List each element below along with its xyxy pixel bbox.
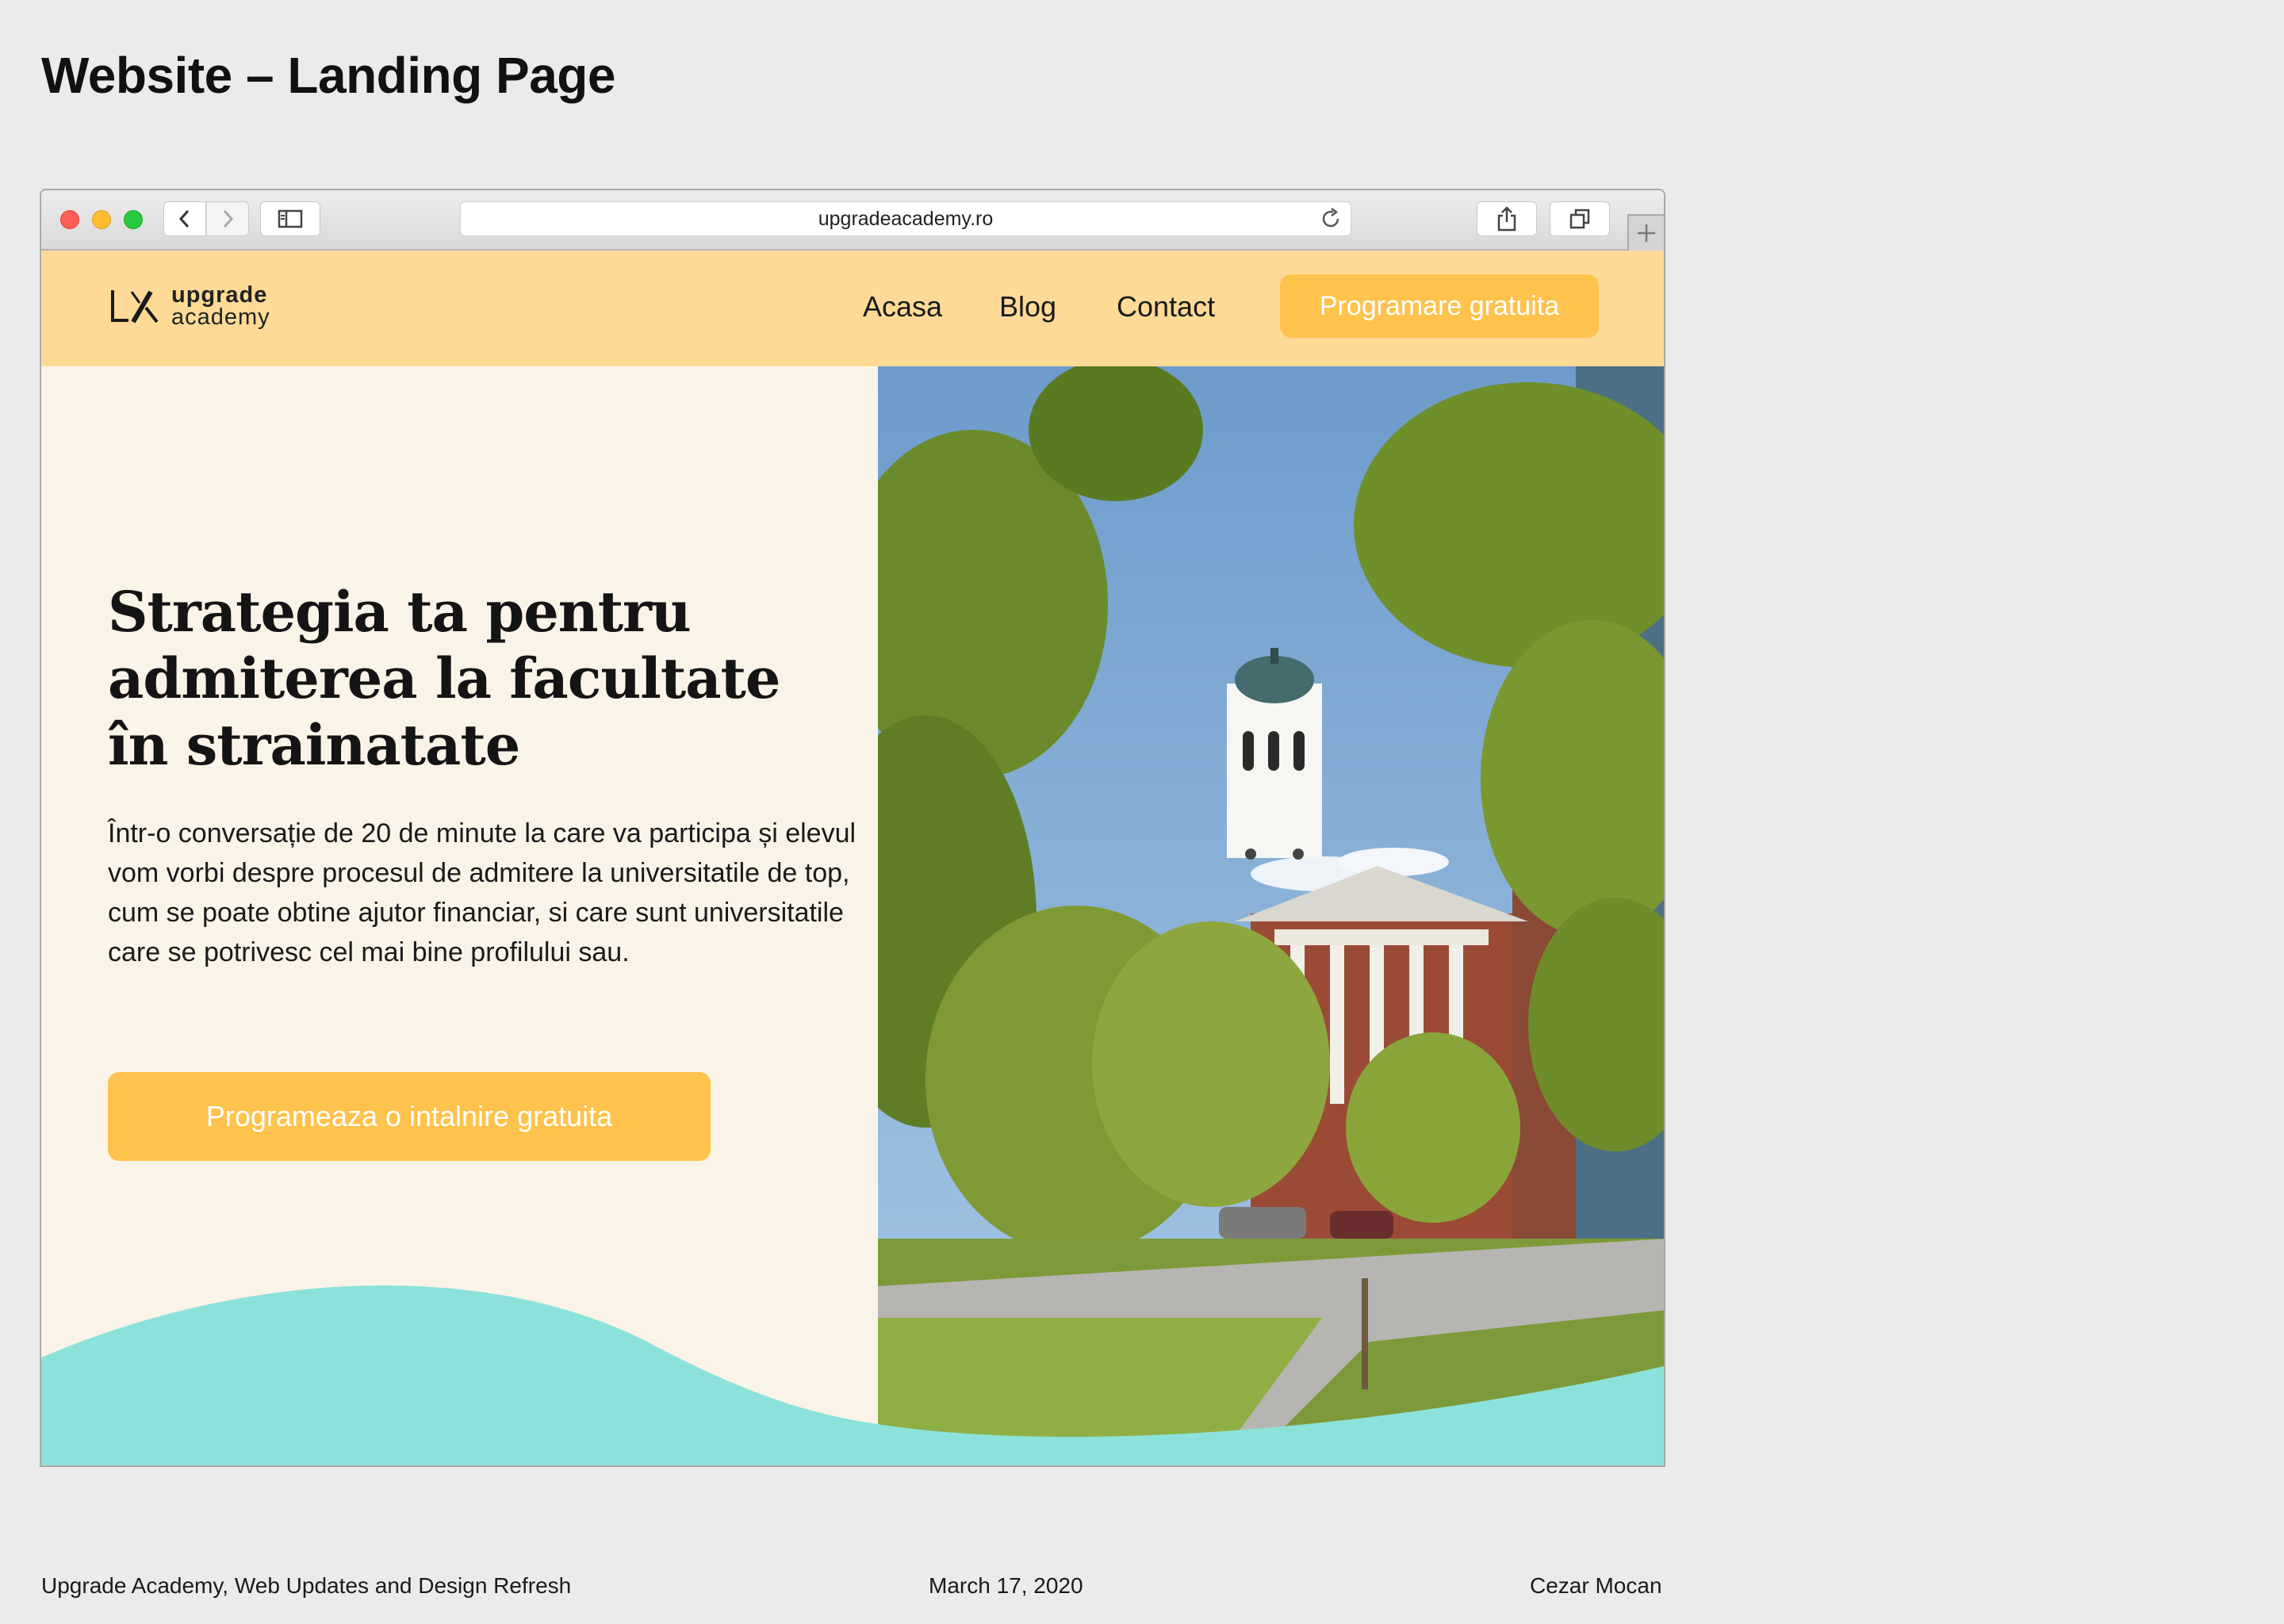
new-tab-button[interactable] bbox=[1627, 214, 1664, 251]
footer-author: Cezar Mocan bbox=[1530, 1573, 1662, 1598]
footer-project: Upgrade Academy, Web Updates and Design … bbox=[41, 1573, 572, 1598]
nav-link-acasa[interactable]: Acasa bbox=[863, 290, 942, 324]
site-logo[interactable]: upgrade academy bbox=[108, 282, 270, 330]
plus-icon bbox=[1638, 224, 1655, 242]
url-text: upgradeacademy.ro bbox=[818, 207, 994, 230]
logo-text: upgrade academy bbox=[171, 282, 270, 330]
sidebar-toggle-button[interactable] bbox=[260, 201, 320, 236]
share-button[interactable] bbox=[1477, 201, 1537, 236]
chevron-left-icon bbox=[178, 209, 190, 228]
logo-line-2: academy bbox=[171, 304, 270, 330]
hero-description: Într-o conversație de 20 de minute la ca… bbox=[108, 818, 856, 967]
address-bar[interactable]: upgradeacademy.ro bbox=[460, 201, 1351, 236]
decorative-wave bbox=[41, 1285, 1664, 1465]
site-header: upgrade academy Acasa Blog Contact Progr… bbox=[41, 251, 1664, 366]
logo-mark-icon bbox=[111, 290, 159, 324]
nav-link-contact[interactable]: Contact bbox=[1117, 290, 1215, 324]
close-window-button[interactable] bbox=[60, 210, 79, 229]
tab-overview-button[interactable] bbox=[1550, 201, 1610, 236]
reload-icon[interactable] bbox=[1319, 207, 1343, 231]
hero-title: Strategia ta pentru admiterea la faculta… bbox=[108, 579, 822, 779]
browser-toolbar: upgradeacademy.ro bbox=[41, 190, 1664, 251]
minimize-window-button[interactable] bbox=[92, 210, 111, 229]
page-title: Website – Landing Page bbox=[41, 47, 615, 104]
hero-title-line-3: în strainatate bbox=[108, 712, 520, 778]
hero-title-line-1: Strategia ta pentru bbox=[108, 579, 692, 645]
hero-cta-button[interactable]: Programeaza o intalnire gratuita bbox=[108, 1072, 711, 1161]
tabs-icon bbox=[1569, 209, 1590, 229]
back-button[interactable] bbox=[163, 201, 206, 236]
nav-link-blog[interactable]: Blog bbox=[999, 290, 1056, 324]
header-cta-button[interactable]: Programare gratuita bbox=[1280, 274, 1599, 338]
maximize-window-button[interactable] bbox=[124, 210, 143, 229]
logo-line-1: upgrade bbox=[171, 282, 268, 308]
sidebar-icon bbox=[278, 209, 303, 228]
forward-button[interactable] bbox=[206, 201, 249, 236]
chevron-right-icon bbox=[223, 209, 234, 228]
share-icon bbox=[1497, 206, 1516, 232]
footer-date: March 17, 2020 bbox=[929, 1573, 1083, 1598]
browser-window: upgradeacademy.ro upgrade academy Acasa … bbox=[40, 189, 1665, 1467]
hero-title-line-2: admiterea la facultate bbox=[108, 645, 780, 711]
